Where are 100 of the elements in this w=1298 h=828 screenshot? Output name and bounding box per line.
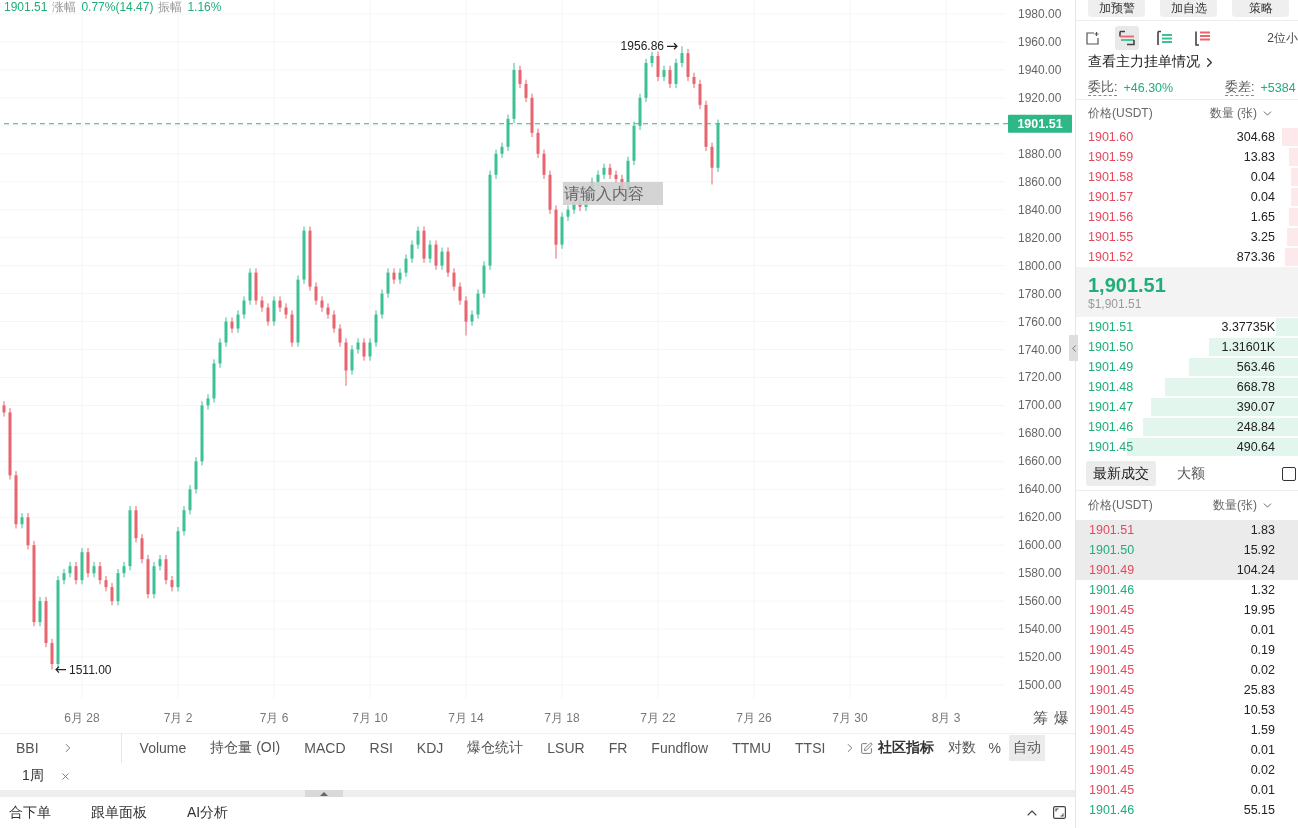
date-axis-label: 7月 2 (163, 711, 193, 725)
column-header: 数量(张) (1213, 497, 1257, 514)
indicator-tab[interactable]: 爆仓统计 (467, 735, 524, 761)
trades-tab[interactable]: 最新成交 (1086, 461, 1156, 486)
price-axis-label: 1740.00 (1018, 342, 1062, 357)
bid-amount: 390.07 (1236, 400, 1275, 414)
bid-price: 1901.50 (1088, 340, 1134, 354)
indicator-tab[interactable]: MACD (304, 735, 346, 761)
indicator-tab[interactable]: 持仓量 (OI) (210, 735, 281, 761)
ask-amount: 1.65 (1250, 210, 1275, 224)
price-axis-label: 1700.00 (1018, 398, 1062, 413)
price-axis-label: 1960.00 (1018, 34, 1062, 49)
price-axis-label: 1720.00 (1018, 370, 1062, 385)
ratio-label: 委比: (1088, 79, 1118, 96)
bid-price: 1901.46 (1088, 420, 1134, 434)
scale-mode-button[interactable]: 对数 (944, 735, 981, 761)
trade-price: 1901.51 (1089, 523, 1135, 537)
bid-amount: 3.37735K (1221, 320, 1275, 334)
trade-price: 1901.45 (1089, 663, 1135, 677)
panel-tab[interactable]: 合下单 (9, 803, 51, 822)
indicator-tab[interactable]: Fundflow (651, 735, 709, 761)
stat-value: 1.16% (187, 0, 222, 14)
axis-tool-button[interactable]: 筹 (1033, 708, 1048, 728)
diff-value: +5384 (1260, 80, 1296, 95)
indicator-tab[interactable]: TTSI (795, 735, 826, 761)
expand-icon[interactable] (1053, 806, 1066, 819)
last-price-tag: 1901.51 (1008, 114, 1072, 133)
trade-price: 1901.45 (1089, 623, 1135, 637)
action-button[interactable]: 策略 (1232, 0, 1289, 17)
panel-tab[interactable]: AI分析 (187, 803, 229, 822)
column-header: 价格(USDT) (1088, 497, 1153, 514)
order-book-both-icon[interactable] (1115, 26, 1139, 50)
price-axis-label: 1640.00 (1018, 482, 1062, 497)
price-axis-label: 1940.00 (1018, 62, 1062, 77)
trade-price: 1901.45 (1089, 743, 1135, 757)
trade-amount: 0.01 (1250, 743, 1275, 757)
indicator-tab[interactable]: BBI (16, 735, 39, 761)
bid-amount: 1.31601K (1221, 340, 1275, 354)
price-axis-label: 1540.00 (1018, 622, 1062, 637)
trade-amount: 1.59 (1250, 723, 1275, 737)
panel-tab[interactable]: 跟单面板 (91, 803, 147, 822)
last-price-usd: $1,901.51 (1088, 297, 1143, 311)
trade-price: 1901.45 (1089, 783, 1135, 797)
price-axis-label: 1660.00 (1018, 454, 1062, 469)
collapse-handle[interactable] (1069, 335, 1078, 361)
price-axis-label: 1880.00 (1018, 146, 1062, 161)
ask-price: 1901.60 (1088, 130, 1134, 144)
indicator-tab[interactable]: TTMU (732, 735, 772, 761)
bid-price: 1901.49 (1088, 360, 1134, 374)
price-axis-label: 1500.00 (1018, 678, 1062, 692)
ask-amount: 0.04 (1250, 190, 1275, 204)
precision-selector[interactable]: 2位小 (1267, 29, 1298, 47)
ask-amount: 3.25 (1250, 230, 1275, 244)
trade-price: 1901.46 (1089, 803, 1135, 817)
stat-value: 0.77%(14.47) (81, 0, 154, 14)
column-header: 数量 (张) (1209, 105, 1257, 122)
scale-mode-button[interactable]: 自动 (1008, 735, 1045, 761)
close-icon[interactable] (59, 770, 71, 782)
indicator-tab[interactable]: FR (608, 735, 628, 761)
indicator-tab[interactable]: Volume (139, 735, 187, 761)
scale-mode-button[interactable]: % (984, 735, 1005, 761)
resize-handle[interactable] (305, 790, 343, 797)
ask-amount: 304.68 (1236, 130, 1275, 144)
bid-amount: 668.78 (1236, 380, 1275, 394)
triangle-up-icon (320, 791, 328, 796)
indicator-tab[interactable]: RSI (369, 735, 393, 761)
ask-amount: 873.36 (1236, 250, 1275, 264)
trades-tab[interactable]: 大额 (1170, 461, 1212, 486)
date-axis-label: 7月 22 (640, 711, 676, 725)
trade-amount: 1.83 (1250, 523, 1275, 537)
trade-price: 1901.50 (1089, 543, 1135, 557)
price-axis-label: 1860.00 (1018, 174, 1062, 189)
bid-amount: 490.64 (1236, 440, 1275, 454)
price-axis-label: 1820.00 (1018, 230, 1062, 245)
price-axis-label: 1840.00 (1018, 202, 1062, 217)
trade-price: 1901.45 (1089, 683, 1135, 697)
price-axis-label: 1980.00 (1018, 7, 1062, 21)
stat-price: 1901.51 (4, 0, 48, 14)
trade-amount: 15.92 (1243, 543, 1275, 557)
stat-label: 振幅 (158, 0, 183, 14)
add-window-icon[interactable] (1086, 31, 1099, 45)
interval-tag[interactable]: 1周 (22, 767, 44, 785)
edit-icon[interactable] (860, 741, 874, 755)
depth-link[interactable]: 查看主力挂单情况 (1076, 51, 1217, 73)
axis-tool-button[interactable]: 爆 (1054, 708, 1069, 728)
indicator-tab[interactable]: LSUR (547, 735, 585, 761)
price-axis-label: 1800.00 (1018, 258, 1062, 273)
action-button[interactable]: 加预警 (1088, 0, 1145, 17)
price-axis-label: 1520.00 (1018, 650, 1062, 665)
community-indicators-tab[interactable]: 社区指标 (878, 735, 935, 761)
trade-amount: 55.15 (1243, 803, 1275, 817)
trade-amount: 0.01 (1250, 623, 1275, 637)
indicator-tab[interactable]: KDJ (416, 735, 444, 761)
ask-price: 1901.56 (1088, 210, 1134, 224)
date-axis-label: 7月 14 (448, 711, 484, 725)
action-button[interactable]: 加自选 (1160, 0, 1217, 17)
checkbox[interactable] (1282, 466, 1296, 481)
trade-amount: 0.01 (1250, 783, 1275, 797)
bid-amount: 563.46 (1236, 360, 1275, 374)
trade-amount: 25.83 (1243, 683, 1275, 697)
